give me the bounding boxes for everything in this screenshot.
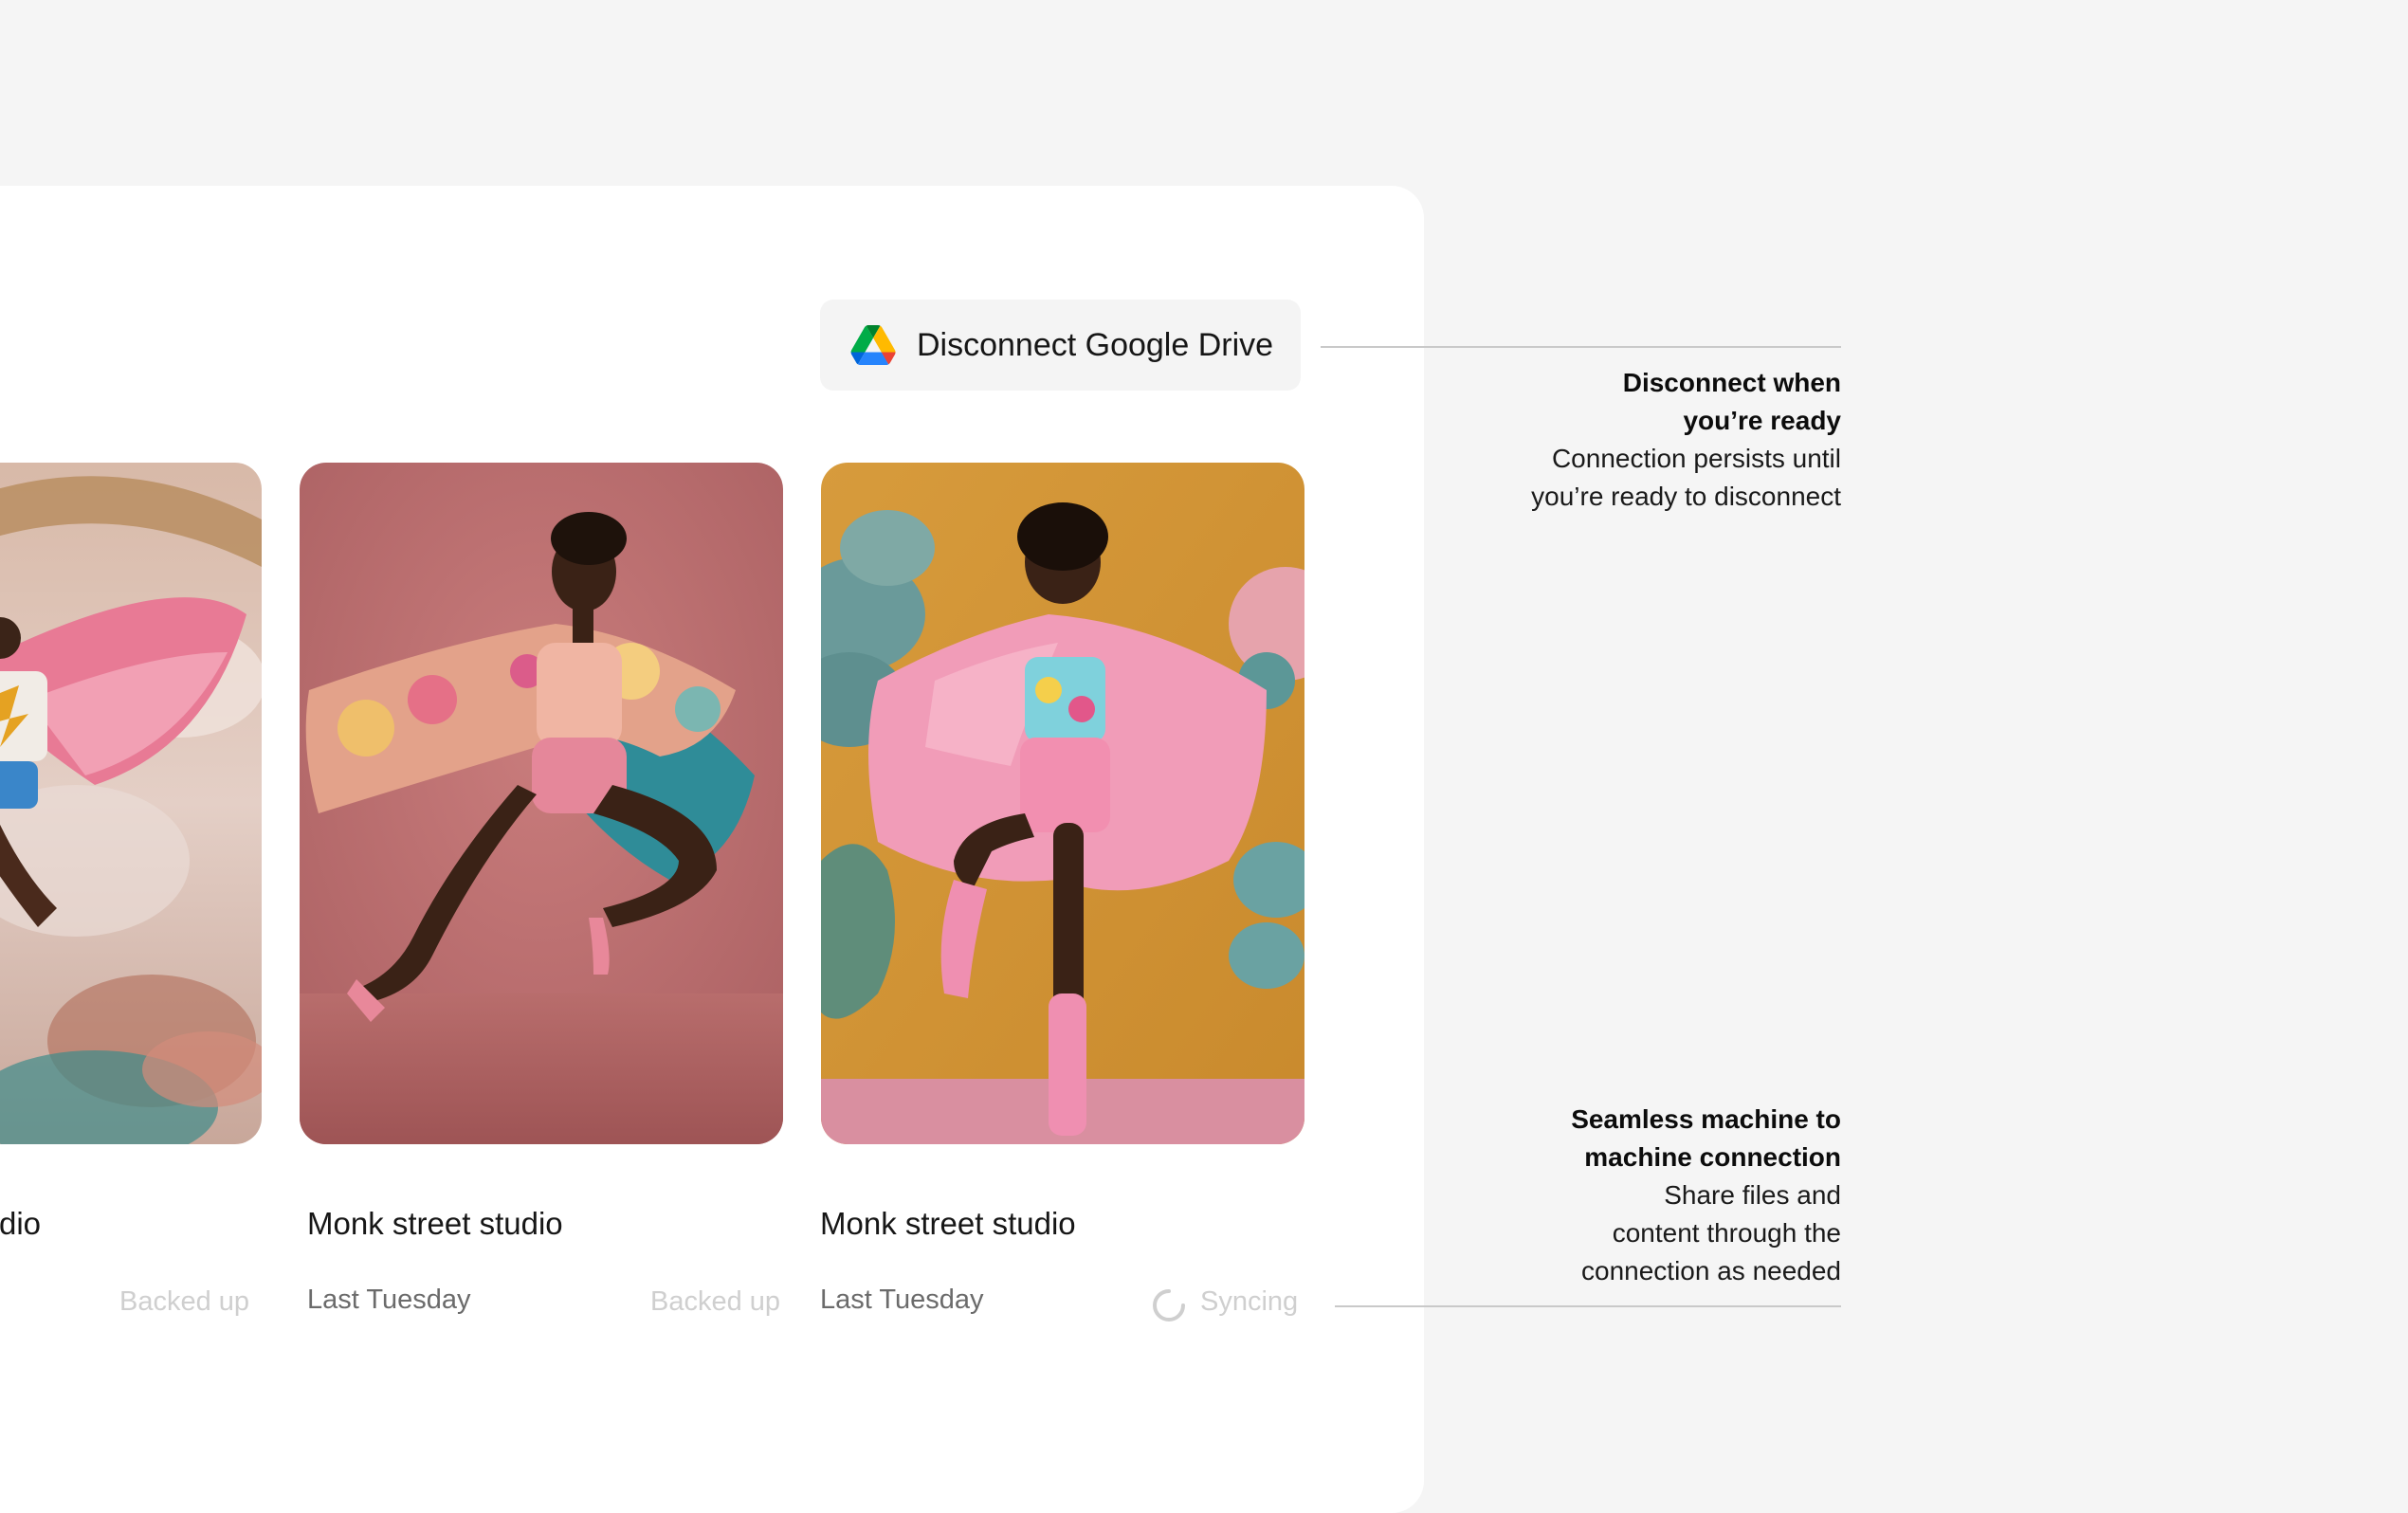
card-title: Monk street studio bbox=[820, 1206, 1076, 1241]
google-drive-icon bbox=[850, 325, 896, 365]
annotation-body: you’re ready to disconnect bbox=[1531, 482, 1841, 511]
connector-line-bottom bbox=[1335, 1305, 1841, 1307]
annotation-heading: Seamless machine to bbox=[1571, 1104, 1841, 1134]
photo-card[interactable] bbox=[300, 463, 783, 1144]
card-status: Backed up bbox=[119, 1286, 250, 1317]
annotation-heading: you’re ready bbox=[1683, 406, 1841, 435]
card-status-syncing: Syncing bbox=[1200, 1286, 1299, 1317]
disconnect-google-drive-button[interactable]: Disconnect Google Drive bbox=[820, 300, 1301, 391]
connector-line-top bbox=[1321, 346, 1841, 348]
annotation-seamless-connection: Seamless machine to machine connection S… bbox=[1517, 1101, 1841, 1290]
annotation-disconnect: Disconnect when you’re ready Connection … bbox=[1479, 364, 1841, 516]
photo-image bbox=[300, 463, 783, 1144]
annotation-heading: Disconnect when bbox=[1622, 368, 1841, 397]
annotation-body: Share files and bbox=[1664, 1180, 1841, 1210]
syncing-spinner-icon bbox=[1153, 1289, 1185, 1322]
card-title: Monk street studio bbox=[307, 1206, 563, 1241]
photo-image bbox=[821, 463, 1304, 1144]
photo-image bbox=[0, 463, 262, 1144]
annotation-heading: machine connection bbox=[1584, 1142, 1841, 1172]
card-title: dio bbox=[0, 1206, 42, 1241]
disconnect-label: Disconnect Google Drive bbox=[917, 326, 1274, 363]
card-date: Last Tuesday bbox=[820, 1285, 984, 1315]
photo-card[interactable] bbox=[0, 463, 262, 1144]
card-status: Backed up bbox=[650, 1286, 781, 1317]
card-date: Last Tuesday bbox=[307, 1285, 471, 1315]
photo-card[interactable] bbox=[821, 463, 1304, 1144]
annotation-body: Connection persists until bbox=[1551, 444, 1841, 473]
annotation-body: connection as needed bbox=[1581, 1256, 1841, 1285]
annotation-body: content through the bbox=[1612, 1218, 1841, 1248]
